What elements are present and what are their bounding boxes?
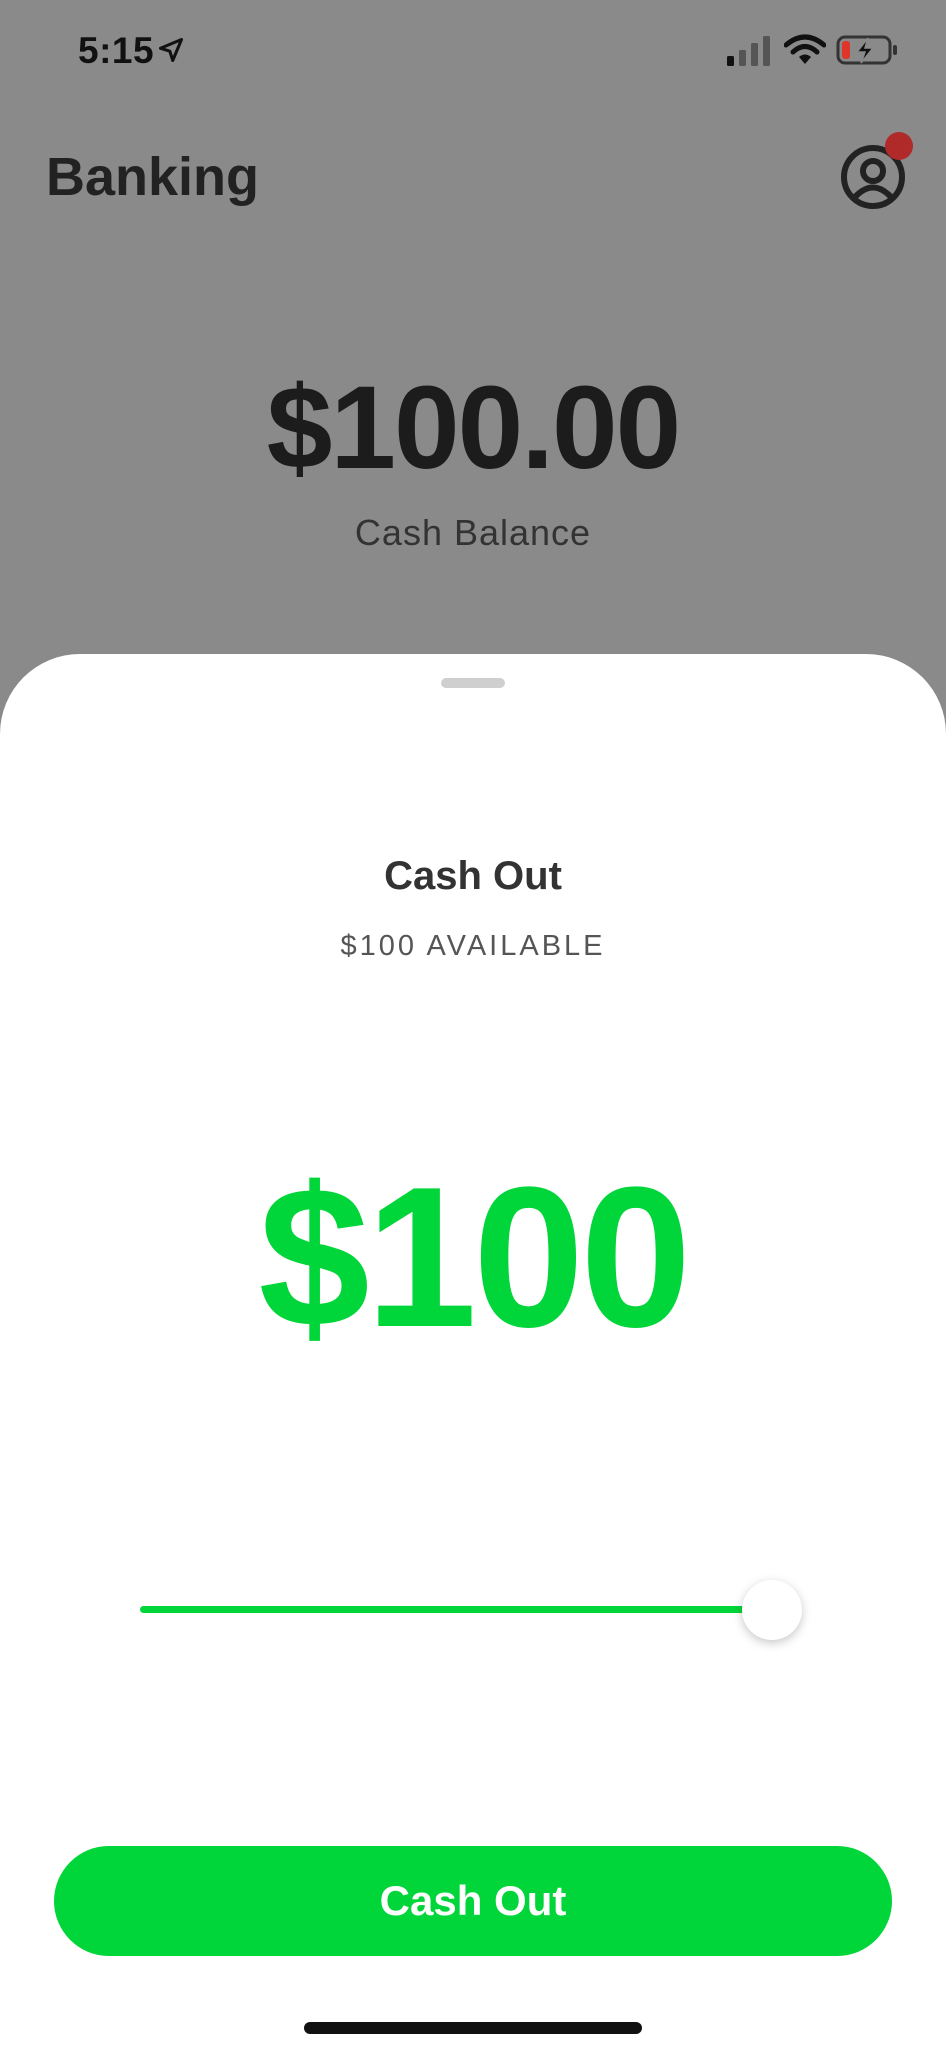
cash-out-sheet: Cash Out $100 AVAILABLE $100 Cash Out (0, 654, 946, 2048)
notification-badge (885, 132, 913, 160)
slider-track (140, 1606, 772, 1613)
cash-balance-label: Cash Balance (354, 512, 592, 553)
available-amount-label: $100 AVAILABLE (340, 930, 606, 962)
cash-balance-amount: $100.00 (266, 362, 682, 494)
status-bar: 5:15 (0, 0, 946, 100)
slider-thumb[interactable] (742, 1580, 802, 1640)
cellular-signal-icon (727, 36, 770, 66)
home-indicator[interactable] (304, 2022, 642, 2034)
status-time: 5:15 (78, 30, 155, 71)
wifi-icon (784, 34, 826, 64)
cash-out-amount-slider[interactable] (140, 1580, 806, 1640)
location-arrow-icon (158, 37, 184, 63)
app-screen: 5:15 Banking $100.00 Cash Balance Cash O… (0, 0, 946, 2048)
sheet-drag-handle[interactable] (441, 678, 505, 688)
cash-out-button[interactable]: Cash Out (54, 1846, 892, 1956)
battery-charging-icon (836, 35, 897, 65)
sheet-title: Cash Out (384, 854, 562, 898)
cash-out-amount: $100 (258, 1146, 692, 1369)
page-title: Banking (46, 147, 260, 207)
